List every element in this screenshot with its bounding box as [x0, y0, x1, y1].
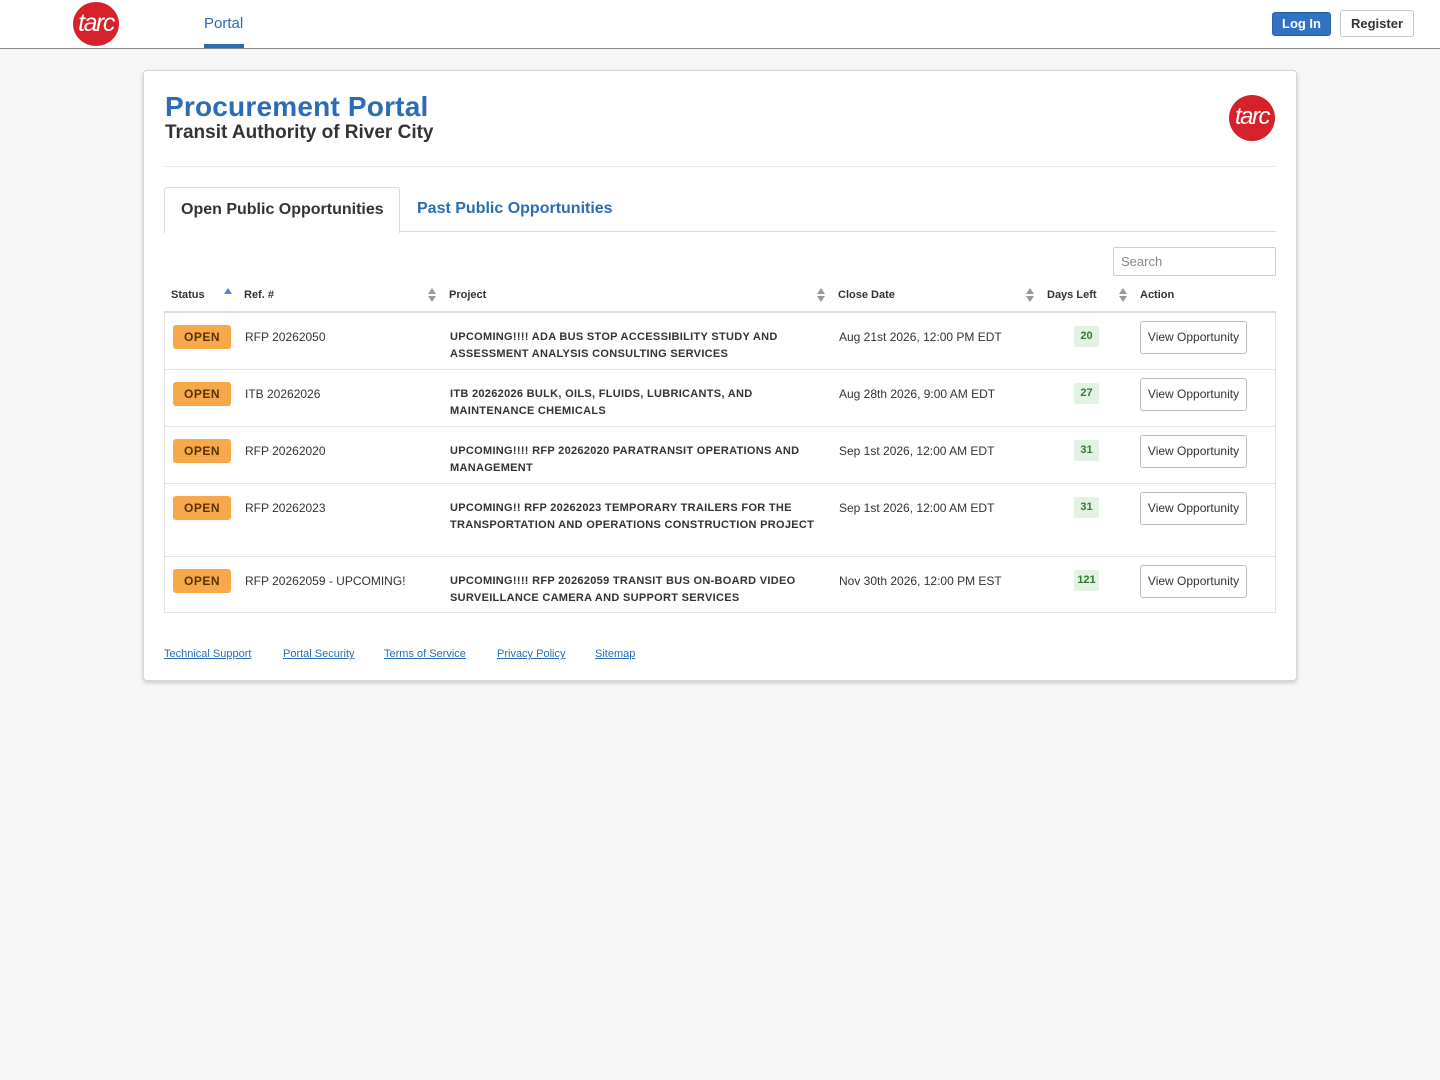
status-badge: OPEN [173, 439, 231, 463]
close-date: Aug 21st 2026, 12:00 PM EDT [839, 330, 1002, 344]
project-title: UPCOMING!! RFP 20262023 TEMPORARY TRAILE… [450, 502, 815, 531]
tab-open-opportunities[interactable]: Open Public Opportunities [164, 187, 400, 233]
project-title: UPCOMING!!!! RFP 20262059 TRANSIT BUS ON… [450, 575, 796, 604]
register-button[interactable]: Register [1340, 10, 1414, 37]
view-opportunity-button[interactable]: View Opportunity [1140, 565, 1247, 598]
sort-icon[interactable] [428, 288, 436, 302]
days-left-badge: 121 [1074, 570, 1099, 591]
view-opportunity-button[interactable]: View Opportunity [1140, 321, 1247, 354]
sort-ascending-icon[interactable] [224, 288, 232, 302]
tab-past-opportunities[interactable]: Past Public Opportunities [417, 200, 613, 218]
days-left-badge: 31 [1074, 440, 1099, 461]
table-row: OPEN RFP 20262023 UPCOMING!! RFP 2026202… [165, 483, 1275, 556]
close-date: Aug 28th 2026, 9:00 AM EDT [839, 387, 996, 401]
footer-link-privacy-policy[interactable]: Privacy Policy [497, 648, 565, 660]
search-input[interactable] [1113, 247, 1276, 276]
sort-icon[interactable] [1119, 288, 1127, 302]
column-header-project[interactable]: Project [449, 289, 486, 301]
footer-link-terms-of-service[interactable]: Terms of Service [384, 648, 466, 660]
logo-text: tarc [1234, 103, 1271, 130]
nav-tab-portal[interactable]: Portal [204, 0, 243, 48]
project-title: UPCOMING!!!! ADA BUS STOP ACCESSIBILITY … [450, 331, 778, 360]
logo-text: tarc [78, 9, 115, 37]
days-left-badge: 27 [1074, 383, 1099, 404]
status-badge: OPEN [173, 382, 231, 406]
view-opportunity-button[interactable]: View Opportunity [1140, 492, 1247, 525]
days-left-badge: 31 [1074, 497, 1099, 518]
nav-tab-active-indicator [204, 44, 244, 48]
footer-link-technical-support[interactable]: Technical Support [164, 648, 251, 660]
project-title: UPCOMING!!!! RFP 20262020 PARATRANSIT OP… [450, 445, 800, 474]
column-header-action: Action [1140, 289, 1175, 301]
ref-number: ITB 20262026 [245, 387, 321, 401]
footer-link-sitemap[interactable]: Sitemap [595, 648, 635, 660]
footer-link-portal-security[interactable]: Portal Security [283, 648, 355, 660]
table-row: OPEN RFP 20262059 - UPCOMING! UPCOMING!!… [165, 556, 1275, 612]
tarc-logo-large: tarc [1229, 95, 1275, 141]
status-badge: OPEN [173, 496, 231, 520]
sort-icon[interactable] [1026, 288, 1034, 302]
page-subtitle: Transit Authority of River City [165, 122, 434, 143]
column-header-ref[interactable]: Ref. # [244, 289, 274, 301]
log-in-button[interactable]: Log In [1272, 12, 1331, 36]
header-divider [165, 166, 1276, 167]
ref-number: RFP 20262023 [245, 501, 326, 515]
tarc-logo[interactable]: tarc [73, 2, 119, 46]
days-left-badge: 20 [1074, 326, 1099, 347]
close-date: Nov 30th 2026, 12:00 PM EST [839, 574, 1002, 588]
status-badge: OPEN [173, 569, 231, 593]
procurement-card: Procurement Portal Transit Authority of … [143, 70, 1297, 681]
ref-number: RFP 20262020 [245, 444, 326, 458]
sort-icon[interactable] [817, 288, 825, 302]
close-date: Sep 1st 2026, 12:00 AM EDT [839, 444, 995, 458]
status-badge: OPEN [173, 325, 231, 349]
close-date: Sep 1st 2026, 12:00 AM EDT [839, 501, 995, 515]
table-row: OPEN RFP 20262050 UPCOMING!!!! ADA BUS S… [165, 313, 1275, 369]
table-row: OPEN ITB 20262026 ITB 20262026 BULK, OIL… [165, 369, 1275, 426]
ref-number: RFP 20262059 - UPCOMING! [245, 574, 406, 588]
column-header-status[interactable]: Status [171, 289, 205, 301]
table-row: OPEN RFP 20262020 UPCOMING!!!! RFP 20262… [165, 426, 1275, 483]
top-nav-bar: tarc Portal Log In Register [0, 0, 1440, 49]
opportunities-table: OPEN RFP 20262050 UPCOMING!!!! ADA BUS S… [164, 313, 1276, 613]
page-title: Procurement Portal [165, 91, 429, 122]
column-header-days-left[interactable]: Days Left [1047, 289, 1097, 301]
ref-number: RFP 20262050 [245, 330, 326, 344]
view-opportunity-button[interactable]: View Opportunity [1140, 378, 1247, 411]
view-opportunity-button[interactable]: View Opportunity [1140, 435, 1247, 468]
column-header-close-date[interactable]: Close Date [838, 289, 895, 301]
project-title: ITB 20262026 BULK, OILS, FLUIDS, LUBRICA… [450, 388, 753, 417]
